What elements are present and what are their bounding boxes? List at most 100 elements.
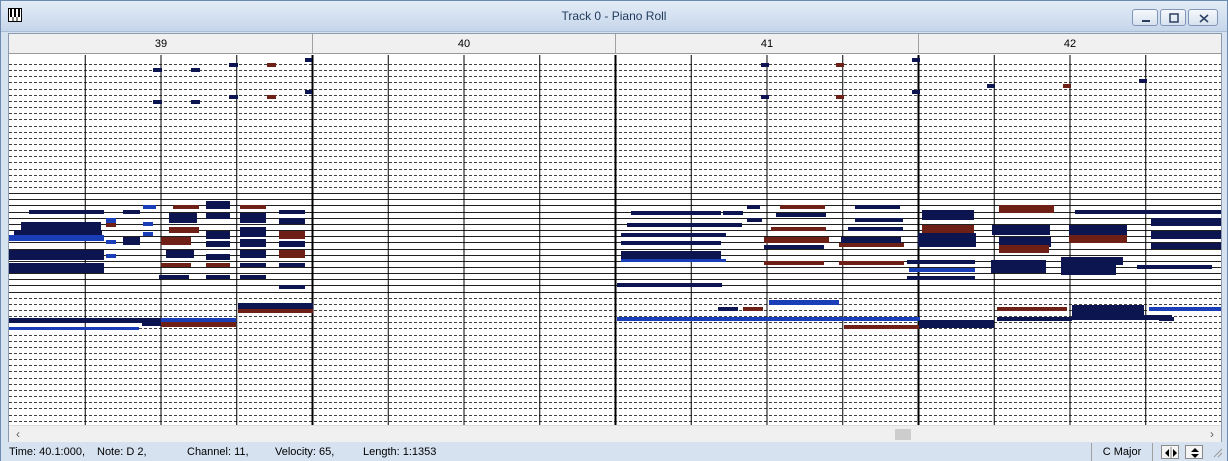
note-block[interactable] [991, 260, 1046, 268]
note-block[interactable] [1072, 305, 1144, 315]
note-block[interactable] [718, 307, 738, 311]
note-block[interactable] [761, 95, 769, 99]
note-block[interactable] [997, 317, 1072, 321]
note-block[interactable] [166, 250, 194, 258]
note-block[interactable] [992, 225, 1050, 235]
measure-ruler[interactable]: 39 40 41 42 [9, 34, 1221, 54]
note-block[interactable] [9, 327, 139, 330]
note-block[interactable] [761, 63, 769, 67]
note-block[interactable] [279, 218, 305, 224]
note-block[interactable] [169, 227, 199, 233]
note-block[interactable] [191, 68, 200, 72]
note-block[interactable] [142, 318, 162, 326]
note-block[interactable] [279, 241, 305, 247]
note-block[interactable] [855, 205, 900, 209]
note-block[interactable] [279, 250, 305, 258]
note-block[interactable] [855, 218, 903, 222]
note-block[interactable] [743, 307, 763, 311]
key-signature[interactable]: C Major [1091, 443, 1153, 461]
note-block[interactable] [836, 95, 844, 99]
note-block[interactable] [1072, 315, 1172, 320]
note-block[interactable] [305, 90, 312, 94]
note-block[interactable] [912, 58, 920, 62]
note-block[interactable] [1137, 265, 1212, 269]
note-block[interactable] [206, 254, 230, 260]
note-block[interactable] [764, 245, 824, 249]
note-block[interactable] [240, 275, 266, 279]
note-block[interactable] [1061, 265, 1116, 275]
key-up-down-spinner[interactable] [1185, 445, 1203, 459]
size-grip-icon[interactable] [1211, 446, 1223, 458]
note-block[interactable] [279, 285, 305, 289]
note-block[interactable] [238, 309, 313, 313]
note-block[interactable] [169, 213, 197, 223]
note-block[interactable] [747, 218, 762, 222]
note-block[interactable] [161, 322, 236, 327]
note-block[interactable] [922, 225, 974, 233]
note-block[interactable] [1159, 317, 1174, 321]
note-block[interactable] [143, 205, 156, 209]
note-block[interactable] [1151, 231, 1221, 239]
note-block[interactable] [991, 267, 1046, 273]
note-block[interactable] [21, 222, 101, 230]
note-block[interactable] [123, 237, 140, 245]
note-block[interactable] [841, 237, 901, 243]
note-block[interactable] [919, 320, 994, 328]
note-block[interactable] [267, 95, 276, 99]
note-block[interactable] [206, 231, 230, 239]
note-block[interactable] [9, 235, 104, 241]
note-block[interactable] [106, 218, 116, 223]
note-block[interactable] [922, 210, 974, 220]
note-block[interactable] [999, 205, 1054, 213]
key-left-right-spinner[interactable] [1161, 445, 1179, 459]
note-block[interactable] [159, 275, 189, 279]
note-block[interactable] [229, 63, 238, 67]
note-block[interactable] [769, 300, 839, 305]
note-block[interactable] [206, 201, 230, 209]
note-block[interactable] [1069, 225, 1127, 235]
note-block[interactable] [839, 243, 904, 247]
note-block[interactable] [229, 95, 238, 99]
note-block[interactable] [240, 205, 266, 209]
note-block[interactable] [907, 260, 975, 264]
note-block[interactable] [206, 241, 230, 247]
note-block[interactable] [9, 318, 142, 323]
note-block[interactable] [279, 231, 305, 239]
note-block[interactable] [621, 241, 721, 245]
note-block[interactable] [161, 263, 191, 267]
note-grid[interactable] [9, 55, 1221, 425]
note-block[interactable] [106, 223, 116, 227]
note-block[interactable] [1151, 243, 1221, 249]
horizontal-scrollbar[interactable]: ‹ › [9, 425, 1221, 442]
note-block[interactable] [267, 63, 276, 67]
note-block[interactable] [161, 318, 236, 322]
note-block[interactable] [161, 237, 191, 245]
note-block[interactable] [780, 205, 825, 209]
note-block[interactable] [747, 205, 760, 209]
note-block[interactable] [9, 250, 104, 260]
note-block[interactable] [907, 276, 975, 280]
note-block[interactable] [240, 263, 266, 267]
note-block[interactable] [836, 63, 844, 67]
note-block[interactable] [987, 84, 995, 88]
note-block[interactable] [776, 213, 826, 217]
title-bar[interactable]: Track 0 - Piano Roll [1, 1, 1227, 32]
note-block[interactable] [848, 227, 903, 231]
note-block[interactable] [240, 250, 266, 258]
note-block[interactable] [627, 223, 742, 227]
note-block[interactable] [771, 227, 826, 231]
note-block[interactable] [153, 68, 162, 72]
scroll-right-button[interactable]: › [1205, 427, 1219, 441]
note-block[interactable] [723, 211, 743, 215]
note-block[interactable] [240, 213, 266, 223]
note-block[interactable] [617, 283, 722, 287]
note-block[interactable] [764, 261, 824, 265]
note-block[interactable] [909, 268, 975, 272]
note-block[interactable] [106, 254, 116, 258]
note-block[interactable] [1061, 257, 1123, 265]
note-block[interactable] [106, 240, 116, 244]
note-block[interactable] [206, 263, 230, 267]
note-block[interactable] [839, 261, 904, 265]
note-block[interactable] [240, 227, 266, 237]
note-block[interactable] [240, 239, 266, 247]
